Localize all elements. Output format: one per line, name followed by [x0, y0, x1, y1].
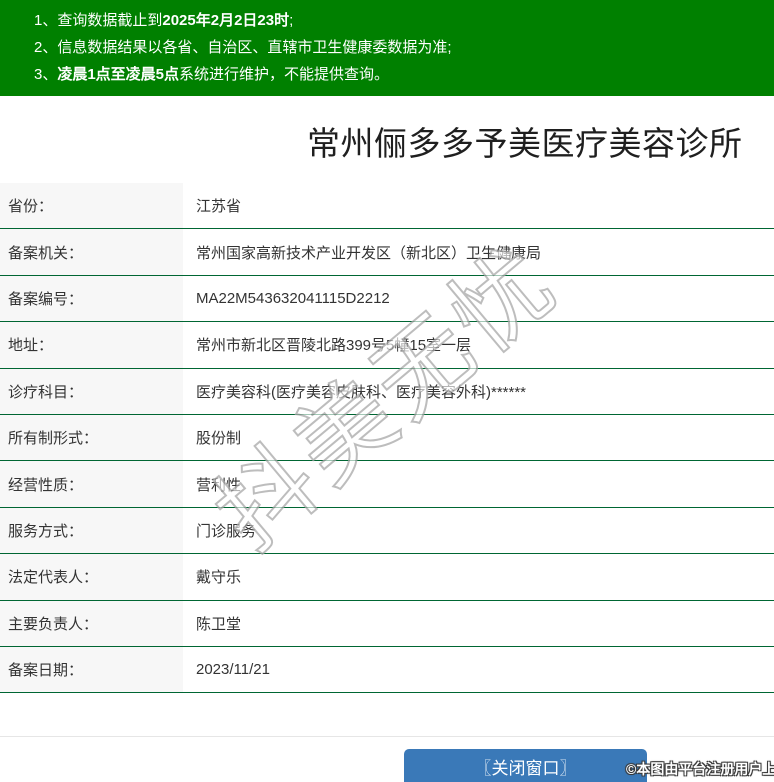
row-label: 地址： — [0, 322, 183, 368]
query-result-page: 1、查询数据截止到2025年2月2日23时; 2、信息数据结果以各省、自治区、直… — [0, 0, 774, 782]
table-row-filing-date: 备案日期： 2023/11/21 — [0, 646, 774, 694]
table-row-legal-representative: 法定代表人： 戴守乐 — [0, 554, 774, 601]
row-label: 省份： — [0, 183, 183, 229]
row-label: 诊疗科目： — [0, 368, 183, 414]
row-label: 服务方式： — [0, 507, 183, 554]
close-window-button[interactable]: 〖关闭窗口〗 — [404, 749, 647, 782]
notice-line-2: 2、信息数据结果以各省、自治区、直辖市卫生健康委数据为准; — [34, 34, 764, 61]
row-label: 法定代表人： — [0, 554, 183, 600]
notice-line-1-bold: 2025年2月2日23时 — [162, 12, 290, 29]
footer-divider — [0, 736, 774, 737]
notice-line-2-pre: 信息数据结果以各省、自治区、直辖市卫生健康委数据为准; — [57, 39, 452, 56]
row-value: 戴守乐 — [196, 569, 242, 587]
notice-line-1-post: ; — [289, 12, 294, 29]
row-label: 经营性质： — [0, 461, 183, 507]
row-value: 常州国家高新技术产业开发区（新北区）卫生健康局 — [196, 244, 542, 262]
row-value: 门诊服务 — [196, 522, 257, 540]
table-row-clinical-subjects: 诊疗科目： 医疗美容科(医疗美容皮肤科、医疗美容外科)****** — [0, 368, 774, 415]
table-row-ownership-form: 所有制形式： 股份制 — [0, 414, 774, 462]
table-row-filing-number: 备案编号： MA22M543632041115D2212 — [0, 275, 774, 323]
upload-credit-watermark: ©本图由平台注册用户上传 — [626, 761, 774, 777]
notice-line-3-bold: 凌晨1点至凌晨5点 — [57, 66, 180, 83]
notice-line-2-num: 2、 — [34, 39, 58, 56]
table-row-operating-nature: 经营性质： 营利性 — [0, 461, 774, 508]
notice-line-1-pre: 查询数据截止到 — [57, 12, 163, 29]
row-value: 2023/11/21 — [196, 661, 270, 679]
row-label: 所有制形式： — [0, 414, 183, 461]
row-value: 股份制 — [196, 430, 242, 448]
row-value: MA22M543632041115D2212 — [196, 289, 390, 307]
institution-info-table: 省份： 江苏省 备案机关： 常州国家高新技术产业开发区（新北区）卫生健康局 备案… — [0, 183, 774, 694]
row-label: 主要负责人： — [0, 600, 183, 646]
table-row-province: 省份： 江苏省 — [0, 183, 774, 230]
row-label: 备案日期： — [0, 646, 183, 693]
table-row-service-mode: 服务方式： 门诊服务 — [0, 507, 774, 555]
institution-title: 常州俪多多予美医疗美容诊所 — [307, 125, 743, 162]
row-label: 备案编号： — [0, 275, 183, 322]
row-value: 常州市新北区晋陵北路399号5幢15室一层 — [196, 337, 472, 355]
notice-line-1: 1、查询数据截止到2025年2月2日23时; — [34, 7, 764, 34]
table-row-principal: 主要负责人： 陈卫堂 — [0, 600, 774, 647]
notice-line-1-num: 1、 — [34, 12, 58, 29]
notice-banner: 1、查询数据截止到2025年2月2日23时; 2、信息数据结果以各省、自治区、直… — [0, 0, 774, 96]
row-value: 医疗美容科(医疗美容皮肤科、医疗美容外科)****** — [196, 383, 527, 401]
row-label: 备案机关： — [0, 229, 183, 275]
row-value: 营利性 — [196, 476, 242, 494]
table-row-address: 地址： 常州市新北区晋陵北路399号5幢15室一层 — [0, 322, 774, 369]
row-value: 陈卫堂 — [196, 615, 242, 633]
notice-line-3: 3、凌晨1点至凌晨5点系统进行维护，不能提供查询。 — [34, 61, 764, 88]
notice-line-3-post: 系统进行维护，不能提供查询。 — [179, 66, 390, 83]
row-value: 江苏省 — [196, 198, 242, 216]
table-row-filing-authority: 备案机关： 常州国家高新技术产业开发区（新北区）卫生健康局 — [0, 229, 774, 276]
notice-line-3-num: 3、 — [34, 66, 58, 83]
